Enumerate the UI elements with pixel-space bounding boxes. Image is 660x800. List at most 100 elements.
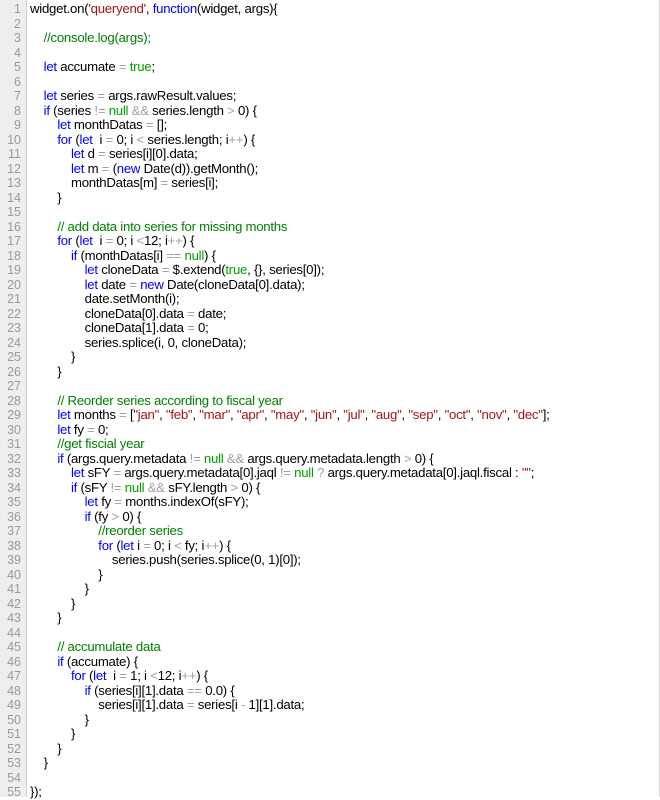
line-code: //reorder series — [30, 523, 183, 539]
code-line[interactable]: 49 series[i][1].data = series[i - 1][1].… — [0, 697, 659, 713]
code-line[interactable]: 35 let fy = months.indexOf(sFY); — [0, 494, 659, 510]
code-line[interactable]: 30 let fy = 0; — [0, 421, 659, 438]
line-number: 30 — [7, 422, 21, 437]
code-line[interactable]: 53 } — [0, 755, 659, 771]
code-line[interactable]: 43 } — [0, 610, 659, 626]
code-line[interactable]: 46 if (accumate) { — [0, 654, 659, 670]
code-token: 0; i — [113, 131, 137, 147]
code-token: sFY — [84, 465, 114, 480]
code-line[interactable]: 41 } — [0, 581, 659, 597]
code-line[interactable]: 3 //console.log(args); — [0, 30, 659, 46]
code-line[interactable]: 42 } — [0, 596, 659, 612]
code-line[interactable]: 21 date.setMonth(i); — [0, 291, 659, 307]
code-token: = — [129, 276, 137, 292]
code-token: series — [56, 88, 98, 103]
line-code: if (series[i][1].data == 0.0) { — [30, 682, 235, 699]
code-token: 0) { — [411, 450, 434, 466]
code-line[interactable]: 23 cloneData[1].data = 0; — [0, 320, 659, 336]
code-token: //console.log(args); — [43, 30, 151, 45]
code-line[interactable]: 40 } — [0, 567, 659, 583]
code-line[interactable]: 1 widget.on('queryend', function(widget, … — [0, 1, 659, 17]
code-line[interactable]: 15 — [0, 205, 659, 220]
code-line[interactable]: 2 — [0, 17, 659, 32]
code-line[interactable]: 36 if (fy > 0) { — [0, 509, 659, 525]
line-number: 51 — [7, 727, 21, 741]
code-line[interactable]: 54 — [0, 771, 659, 786]
code-line[interactable]: 9 let monthDatas = []; — [0, 117, 659, 133]
code-line[interactable]: 7 let series = args.rawResult.values; — [0, 88, 659, 104]
code-line[interactable]: 33 let sFY = args.query.metadata[0].jaql… — [0, 465, 659, 481]
code-line[interactable]: 52 } — [0, 741, 659, 757]
code-line[interactable]: 12 let m = (new Date(d)).getMonth(); — [0, 161, 659, 177]
code-line[interactable]: 16 // add data into series for missing m… — [0, 219, 659, 235]
line-number: 45 — [7, 640, 21, 654]
code-line[interactable]: 17 for (let i = 0; i <12; i++) { — [0, 233, 659, 249]
code-token: let — [84, 276, 98, 292]
code-line[interactable]: 20 let date = new Date(cloneData[0].data… — [0, 276, 659, 293]
code-line[interactable]: 28 // Reorder series according to fiscal… — [0, 393, 659, 409]
code-token: //reorder series — [98, 523, 183, 538]
code-line[interactable]: 45 // accumulate data — [0, 639, 659, 655]
code-line[interactable]: 48 if (series[i][1].data == 0.0) { — [0, 682, 659, 699]
code-line[interactable]: 4 — [0, 46, 659, 61]
code-line[interactable]: 51 } — [0, 726, 659, 742]
code-line[interactable]: 6 — [0, 75, 659, 90]
code-line[interactable]: 32 if (args.query.metadata != null && ar… — [0, 450, 659, 467]
code-token: ++ — [181, 668, 197, 683]
line-code: widget.on('queryend', function(widget, a… — [30, 1, 278, 17]
code-token: } — [30, 363, 62, 379]
code-line[interactable]: 11 let d = series[i][0].data; — [0, 146, 659, 162]
code-line[interactable]: 13 monthDatas[m] = series[i]; — [0, 175, 659, 191]
code-area[interactable]: 1 widget.on('queryend', function(widget, … — [0, 1, 659, 800]
code-line[interactable]: 19 let cloneData = $.extend(true, {}, se… — [0, 262, 659, 278]
code-line[interactable]: 24 series.splice(i, 0, cloneData); — [0, 335, 659, 351]
line-number: 55 — [7, 785, 21, 799]
code-token: fy — [70, 421, 88, 437]
code-token: = — [119, 668, 127, 683]
code-line[interactable]: 29 let months = ["jan", "feb", "mar", "a… — [0, 407, 659, 423]
code-editor[interactable]: 1 widget.on('queryend', function(widget, … — [0, 0, 660, 800]
line-number: 17 — [7, 234, 21, 248]
code-line[interactable]: 14 } — [0, 190, 659, 206]
code-line[interactable]: 8 if (series != null && series.length > … — [0, 103, 659, 119]
code-token: = — [114, 494, 122, 509]
code-token: cloneData[1].data — [30, 320, 188, 335]
line-number: 25 — [7, 350, 21, 364]
line-code: let d = series[i][0].data; — [30, 146, 198, 162]
code-token: != — [189, 450, 201, 466]
code-token: let — [43, 88, 57, 103]
code-token: monthDatas[m] — [30, 175, 161, 190]
code-line[interactable]: 38 for (let i = 0; i < fy; i++) { — [0, 537, 659, 554]
code-line[interactable]: 34 if (sFY != null && sFY.length > 0) { — [0, 480, 659, 496]
line-code: for (let i = 0; i < series.length; i++) … — [30, 131, 255, 148]
code-token: "jul" — [343, 407, 365, 422]
code-line[interactable]: 26 } — [0, 363, 659, 380]
code-token: d — [84, 146, 99, 161]
code-line[interactable]: 47 for (let i = 1; i <12; i++) { — [0, 668, 659, 684]
code-line[interactable]: 10 for (let i = 0; i < series.length; i+… — [0, 131, 659, 148]
code-line[interactable]: 31 //get fiscial year — [0, 436, 659, 452]
code-line[interactable]: 39 series.push(series.splice(0, 1)[0]); — [0, 552, 659, 568]
code-token: (series[i][1].data — [90, 682, 187, 698]
code-line[interactable]: 22 cloneData[0].data = date; — [0, 306, 659, 322]
code-line[interactable]: 27 — [0, 379, 659, 394]
code-line[interactable]: 25 } — [0, 349, 659, 365]
code-token: 0; — [194, 320, 209, 335]
line-number: 21 — [7, 292, 21, 306]
code-token: // accumulate data — [57, 639, 161, 654]
code-line[interactable]: 5 let accumate = true; — [0, 59, 659, 75]
code-line[interactable]: 55}); — [0, 784, 659, 800]
code-token: "nov" — [477, 407, 507, 422]
code-token: (monthDatas[i] — [77, 247, 167, 263]
code-line[interactable]: 37 //reorder series — [0, 523, 659, 539]
code-token: 12; i — [143, 233, 168, 248]
code-line[interactable]: 44 — [0, 626, 659, 641]
code-line[interactable]: 50 } — [0, 712, 659, 728]
code-token: i — [133, 537, 144, 553]
line-code: } — [30, 349, 75, 365]
code-line[interactable]: 18 if (monthDatas[i] == null) { — [0, 247, 659, 264]
